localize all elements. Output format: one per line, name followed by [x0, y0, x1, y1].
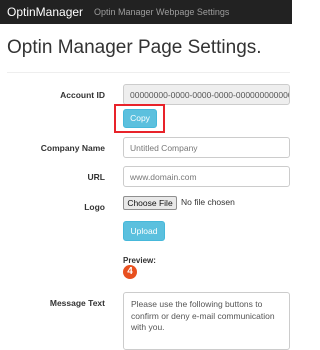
url-input[interactable]: www.domain.com: [123, 166, 290, 187]
navbar: OptinManager Optin Manager Webpage Setti…: [0, 0, 292, 24]
account-id-label: Account ID: [60, 90, 105, 100]
choose-file-button[interactable]: Choose File: [123, 196, 177, 210]
title-divider: [7, 72, 290, 73]
page-title: Optin Manager Page Settings.: [7, 37, 262, 58]
logo-label: Logo: [84, 202, 105, 212]
file-status: No file chosen: [181, 197, 235, 207]
logo-preview-icon: 4: [123, 265, 137, 279]
account-id-field[interactable]: 00000000-0000-0000-0000-000000000000: [123, 84, 290, 105]
company-name-input[interactable]: Untitled Company: [123, 137, 290, 158]
preview-label: Preview:: [123, 256, 156, 265]
nav-link-webpage-settings[interactable]: Optin Manager Webpage Settings: [94, 7, 229, 17]
message-text-label: Message Text: [49, 298, 105, 308]
upload-button[interactable]: Upload: [123, 221, 165, 241]
company-name-label: Company Name: [40, 143, 105, 153]
navbar-brand[interactable]: OptinManager: [7, 5, 83, 19]
copy-button[interactable]: Copy: [123, 109, 157, 128]
url-label: URL: [87, 172, 105, 182]
message-text-area[interactable]: Please use the following buttons to conf…: [123, 292, 290, 350]
